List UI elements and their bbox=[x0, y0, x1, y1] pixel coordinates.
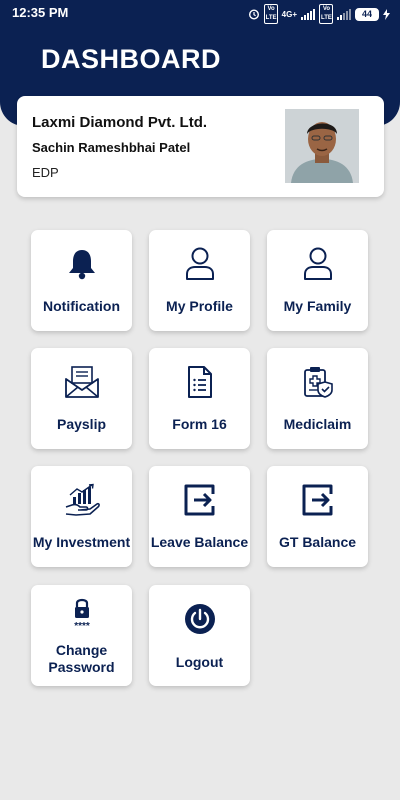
tile-logout[interactable]: Logout bbox=[149, 585, 250, 686]
tile-notification[interactable]: Notification bbox=[31, 230, 132, 331]
user-icon bbox=[267, 244, 368, 284]
bell-icon bbox=[31, 244, 132, 284]
company-name: Laxmi Diamond Pvt. Ltd. bbox=[32, 114, 208, 131]
tile-form-16[interactable]: Form 16 bbox=[149, 348, 250, 449]
tile-leave-balance[interactable]: Leave Balance bbox=[149, 466, 250, 567]
tile-change-password[interactable]: **** Change Password bbox=[31, 585, 132, 686]
signal-icon-2 bbox=[337, 8, 351, 20]
tile-my-profile[interactable]: My Profile bbox=[149, 230, 250, 331]
avatar bbox=[285, 109, 359, 183]
tile-label: My Profile bbox=[166, 298, 233, 314]
user-icon bbox=[149, 244, 250, 284]
battery-indicator: 44 bbox=[355, 7, 379, 21]
exit-arrow-icon bbox=[149, 480, 250, 520]
status-bar: 12:35 PM Vo LTE 4G+ Vo LTE 44 bbox=[0, 0, 400, 26]
tile-label: My Family bbox=[283, 298, 352, 314]
tile-label: GT Balance bbox=[278, 534, 357, 550]
tile-label: Mediclaim bbox=[283, 416, 352, 432]
status-time: 12:35 PM bbox=[12, 5, 69, 20]
employee-name: Sachin Rameshbhai Patel bbox=[32, 140, 191, 155]
charging-icon bbox=[383, 8, 390, 20]
network-type: 4G+ bbox=[281, 9, 297, 19]
volte-badge-1: Vo LTE bbox=[263, 4, 278, 24]
alarm-icon bbox=[248, 8, 260, 20]
tile-label: Form 16 bbox=[172, 416, 227, 432]
tile-my-investment[interactable]: My Investment bbox=[31, 466, 132, 567]
exit-arrow-icon bbox=[267, 480, 368, 520]
tile-label: My Investment bbox=[32, 534, 131, 550]
tile-label-line1: Change bbox=[55, 642, 108, 658]
document-icon bbox=[149, 362, 250, 402]
lock-password-icon: **** bbox=[31, 593, 132, 633]
tile-gt-balance[interactable]: GT Balance bbox=[267, 466, 368, 567]
power-icon bbox=[149, 599, 250, 639]
tile-my-family[interactable]: My Family bbox=[267, 230, 368, 331]
medical-clipboard-icon bbox=[267, 362, 368, 402]
department: EDP bbox=[32, 165, 59, 180]
status-icons: Vo LTE 4G+ Vo LTE 44 bbox=[248, 4, 390, 24]
tile-label: Leave Balance bbox=[150, 534, 249, 550]
tile-label: Payslip bbox=[56, 416, 107, 432]
tile-label-line2: Password bbox=[48, 659, 115, 675]
tile-label: Logout bbox=[175, 654, 224, 670]
tile-mediclaim[interactable]: Mediclaim bbox=[267, 348, 368, 449]
svg-text:****: **** bbox=[74, 621, 90, 630]
tile-label: Notification bbox=[43, 298, 120, 314]
envelope-icon bbox=[31, 362, 132, 402]
investment-hand-icon bbox=[31, 480, 132, 520]
profile-card: Laxmi Diamond Pvt. Ltd. Sachin Rameshbha… bbox=[17, 96, 384, 197]
signal-icon bbox=[301, 8, 315, 20]
volte-badge-2: Vo LTE bbox=[319, 4, 333, 24]
page-title: DASHBOARD bbox=[41, 44, 221, 74]
tile-payslip[interactable]: Payslip bbox=[31, 348, 132, 449]
